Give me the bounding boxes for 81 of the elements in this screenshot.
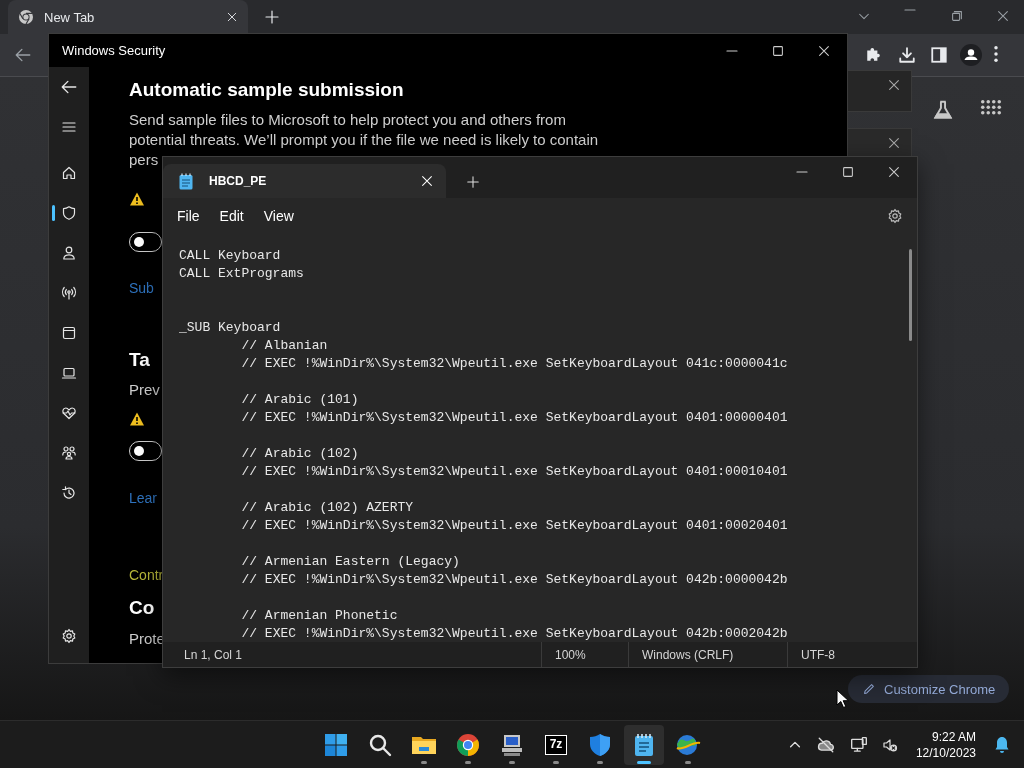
shield-icon <box>589 732 611 757</box>
restore-icon <box>950 9 964 23</box>
close-icon <box>887 165 901 179</box>
globe-icon <box>675 732 701 757</box>
menu-icon <box>61 119 77 135</box>
menu-item[interactable]: Edit <box>209 203 254 228</box>
back-arrow-icon <box>60 78 78 96</box>
side-panel-button[interactable] <box>928 44 950 66</box>
shield-icon <box>61 205 77 221</box>
window-icon <box>61 325 77 341</box>
maximize-icon <box>841 165 855 179</box>
scrollbar-thumb[interactable] <box>909 249 912 341</box>
windows-start-icon <box>324 732 348 757</box>
section-heading: Co <box>129 596 155 620</box>
status-label: Contr <box>129 566 164 585</box>
archiver-icon: 7z <box>545 734 567 755</box>
taskbar-app[interactable]: 7z <box>536 724 576 765</box>
line-ending: Windows (CRLF) <box>628 642 787 667</box>
menu-button[interactable] <box>992 44 1000 64</box>
browser-tab[interactable]: New Tab <box>8 0 248 34</box>
menu-item[interactable]: View <box>253 203 304 228</box>
download-icon <box>898 46 916 64</box>
browser-logo-icon <box>18 9 34 25</box>
description-text: Prev <box>129 380 160 400</box>
flask-icon <box>932 99 954 121</box>
zoom-level: 100% <box>541 642 628 667</box>
cloud-off-icon <box>815 735 836 754</box>
laptop-icon <box>61 365 77 381</box>
settings-icon <box>61 628 77 644</box>
close-button[interactable] <box>887 136 901 150</box>
close-icon <box>817 43 831 58</box>
history-icon <box>61 485 77 501</box>
profile-button[interactable] <box>958 42 984 68</box>
section-heading: Automatic sample submission <box>129 78 404 102</box>
settings-icon <box>887 207 903 224</box>
avatar-icon <box>960 44 982 66</box>
side-panel-icon <box>930 46 948 64</box>
family-icon <box>61 445 77 461</box>
menu-item[interactable]: File <box>167 203 210 228</box>
clock[interactable]: 9:22 AM 12/10/2023 <box>909 728 982 761</box>
window-title: Windows Security <box>62 43 167 58</box>
notepad-tab[interactable]: HBCD_PE <box>163 164 446 198</box>
back-arrow-icon <box>14 46 32 64</box>
link[interactable]: Lear <box>129 488 158 508</box>
puzzle-icon <box>865 46 883 64</box>
more-vertical-icon <box>994 46 998 62</box>
computer-icon <box>500 732 524 757</box>
mouse-cursor-icon <box>836 689 850 709</box>
cursor-position: Ln 1, Col 1 <box>183 646 244 664</box>
section-heading: Ta <box>129 348 150 372</box>
pencil-icon <box>862 682 876 696</box>
plus-icon <box>466 175 480 189</box>
minimize-icon <box>796 171 808 173</box>
warning-icon <box>129 191 145 207</box>
code-text[interactable]: CALL Keyboard CALL ExtPrograms _SUB Keyboard // Albanian // EXEC !%WinDir%\System32\Wpeutil.exe SetKeyboardLayout 041c:0000041c // Arabic (101) // EXEC !%WinDir%\System32\Wpeutil.exe SetKeyboardLayout 0401:00000401 // Arabic (102) // EXEC !%WinDir%\System32\Wpeutil.exe SetKeyboardLayout 0401:00010401 // Arabic (102) AZERTY // EXEC !%WinDir%\System32\Wpeutil.exe SetKeyboardLayout 0401:00020401 // Armenian Eastern (Legacy) // EXEC !%WinDir%\System32\Wpeutil.exe SetKeyboardLayout 042b:0000042b // Armenian Phonetic // EXEC !%WinDir%\System32\Wpeutil.exe SetKeyboardLayout 042b:0002042b <box>163 233 917 642</box>
close-icon <box>887 78 901 92</box>
heart-pulse-icon <box>61 405 77 421</box>
minimize-icon <box>904 9 916 11</box>
close-icon <box>996 9 1010 23</box>
home-icon <box>61 165 77 181</box>
browser-icon <box>456 732 480 757</box>
network-icon <box>849 735 868 754</box>
settings-button[interactable] <box>887 207 903 224</box>
notepad-icon <box>179 172 193 190</box>
notepad-icon <box>634 732 654 757</box>
person-icon <box>61 245 77 261</box>
antenna-icon <box>61 285 77 301</box>
customize-chrome-button[interactable]: Customize Chrome <box>848 675 1010 703</box>
close-tab-icon <box>226 11 238 23</box>
encoding: UTF-8 <box>787 642 917 667</box>
close-tab-icon <box>420 174 434 188</box>
link[interactable]: Sub <box>129 278 154 298</box>
minimize-icon <box>726 49 738 52</box>
warning-icon <box>129 411 145 427</box>
plus-icon <box>264 9 280 25</box>
maximize-icon <box>771 43 785 58</box>
close-icon <box>887 136 901 150</box>
search-icon <box>368 732 392 757</box>
taskbar-app[interactable] <box>624 724 664 765</box>
bell-icon <box>994 735 1010 754</box>
close-button[interactable] <box>887 78 901 92</box>
